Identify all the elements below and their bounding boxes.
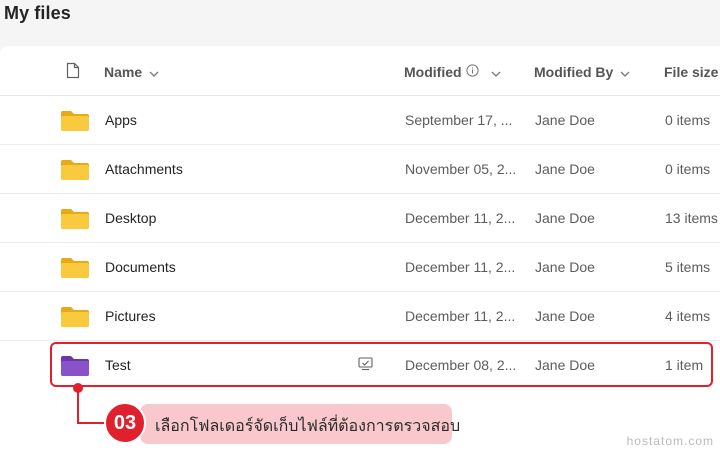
row-name[interactable]: Pictures (105, 308, 156, 324)
file-icon[interactable] (66, 62, 80, 84)
column-header-modified[interactable]: Modified (404, 64, 501, 80)
row-modified-by: Jane Doe (535, 112, 595, 128)
row-modified: December 11, 2... (405, 259, 516, 275)
row-modified-by: Jane Doe (535, 210, 595, 226)
column-header-file-size-label: File size (664, 64, 719, 80)
table-row[interactable]: Apps September 17, ... Jane Doe 0 items (0, 96, 720, 145)
column-header-name[interactable]: Name (104, 64, 159, 80)
column-header-modified-by-label: Modified By (534, 64, 614, 80)
row-name[interactable]: Documents (105, 259, 176, 275)
row-name[interactable]: Desktop (105, 210, 156, 226)
row-size: 0 items (665, 112, 711, 128)
callout-text: เลือกโฟลเดอร์จัดเก็บไฟล์ที่ต้องการตรวจสอ… (155, 416, 461, 435)
row-modified: December 11, 2... (405, 210, 516, 226)
row-size: 13 items (665, 210, 718, 226)
row-size: 5 items (665, 259, 711, 275)
chevron-down-icon (620, 64, 630, 80)
callout-connector (77, 422, 107, 424)
row-modified: November 05, 2... (405, 161, 517, 177)
row-name[interactable]: Attachments (105, 161, 183, 177)
chevron-down-icon (491, 64, 501, 80)
row-modified-by: Jane Doe (535, 259, 595, 275)
row-modified: December 11, 2... (405, 308, 516, 324)
folder-icon (60, 257, 90, 284)
row-size: 4 items (665, 308, 711, 324)
callout-anchor-dot (73, 383, 83, 393)
column-header-name-label: Name (104, 64, 143, 80)
folder-icon (60, 306, 90, 333)
column-header-row: Name Modified Modified By File size (0, 47, 720, 96)
table-row[interactable]: Attachments November 05, 2... Jane Doe 0… (0, 145, 720, 194)
column-header-modified-label: Modified (404, 64, 462, 80)
row-modified-by: Jane Doe (535, 161, 595, 177)
folder-icon (60, 159, 90, 186)
highlight-box (50, 342, 713, 387)
column-header-file-size[interactable]: File size (664, 64, 718, 80)
table-row[interactable]: Documents December 11, 2... Jane Doe 5 i… (0, 243, 720, 292)
watermark: hostatom.com (626, 434, 714, 448)
row-name[interactable]: Apps (105, 112, 137, 128)
row-modified: September 17, ... (405, 112, 513, 128)
page-title: My files (4, 3, 71, 23)
step-badge: 03 (104, 402, 146, 444)
table-row[interactable]: Pictures December 11, 2... Jane Doe 4 it… (0, 292, 720, 341)
row-size: 0 items (665, 161, 711, 177)
folder-icon (60, 110, 90, 137)
table-row[interactable]: Desktop December 11, 2... Jane Doe 13 it… (0, 194, 720, 243)
chevron-down-icon (149, 64, 159, 80)
column-header-modified-by[interactable]: Modified By (534, 64, 630, 80)
row-modified-by: Jane Doe (535, 308, 595, 324)
folder-icon (60, 208, 90, 235)
info-icon[interactable] (465, 64, 479, 80)
